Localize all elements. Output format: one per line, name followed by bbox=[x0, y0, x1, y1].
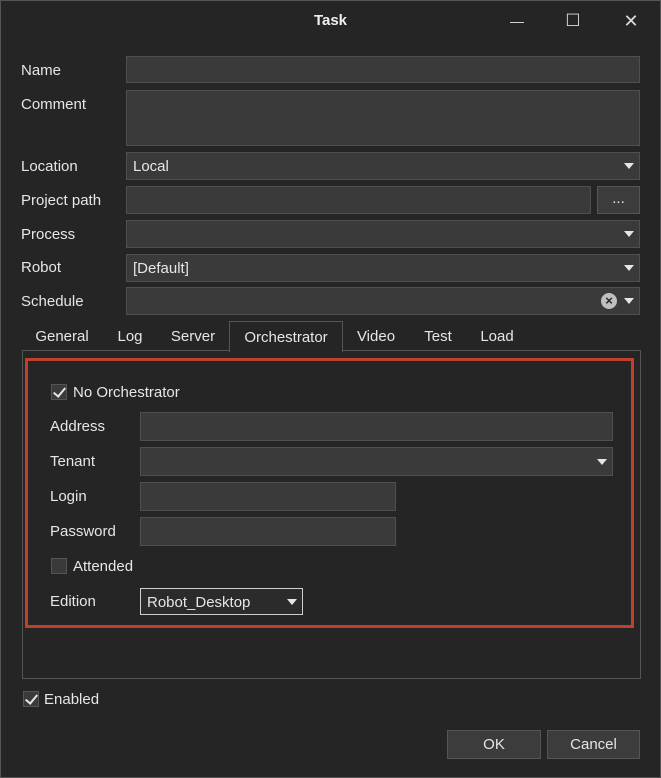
minimize-button[interactable]: — bbox=[502, 9, 532, 33]
comment-textarea[interactable] bbox=[126, 90, 640, 146]
location-select[interactable]: Local bbox=[126, 152, 640, 180]
chevron-down-icon bbox=[597, 459, 607, 465]
tab-video[interactable]: Video bbox=[347, 321, 405, 351]
name-input[interactable] bbox=[126, 56, 640, 83]
process-label: Process bbox=[21, 226, 76, 243]
robot-label: Robot bbox=[21, 259, 62, 276]
process-select[interactable] bbox=[126, 220, 640, 248]
edition-label: Edition bbox=[50, 593, 96, 610]
schedule-select[interactable]: × bbox=[126, 287, 640, 315]
password-input[interactable] bbox=[140, 517, 396, 546]
chevron-down-icon bbox=[624, 231, 634, 237]
project-path-input[interactable] bbox=[126, 186, 591, 214]
checkmark-icon bbox=[52, 384, 67, 398]
checkmark-icon bbox=[24, 691, 39, 705]
enabled-label: Enabled bbox=[44, 691, 100, 708]
edition-select[interactable]: Robot_Desktop bbox=[140, 588, 303, 615]
tenant-label: Tenant bbox=[50, 453, 96, 470]
title-bar: Task — ☐ ✕ bbox=[1, 1, 660, 41]
location-value: Local bbox=[133, 158, 169, 175]
close-icon: ✕ bbox=[623, 10, 639, 31]
tenant-select[interactable] bbox=[140, 447, 613, 476]
login-input[interactable] bbox=[140, 482, 396, 511]
tab-log[interactable]: Log bbox=[109, 321, 151, 351]
enabled-checkbox[interactable] bbox=[23, 691, 39, 707]
password-label: Password bbox=[50, 523, 116, 540]
task-dialog: Task — ☐ ✕ Name Comment Location Local P… bbox=[0, 0, 661, 778]
tab-orchestrator[interactable]: Orchestrator bbox=[229, 321, 343, 352]
chevron-down-icon bbox=[624, 265, 634, 271]
tab-test[interactable]: Test bbox=[415, 321, 461, 351]
tab-load[interactable]: Load bbox=[471, 321, 523, 351]
maximize-button[interactable]: ☐ bbox=[558, 9, 588, 33]
edition-value: Robot_Desktop bbox=[147, 594, 251, 611]
name-label: Name bbox=[21, 62, 62, 79]
minimize-icon: — bbox=[510, 13, 524, 29]
ok-button[interactable]: OK bbox=[447, 730, 541, 759]
attended-label: Attended bbox=[73, 558, 134, 575]
login-label: Login bbox=[50, 488, 87, 505]
clear-icon[interactable]: × bbox=[601, 293, 617, 309]
robot-value: [Default] bbox=[133, 260, 189, 277]
address-input[interactable] bbox=[140, 412, 613, 441]
address-label: Address bbox=[50, 418, 106, 435]
tab-general[interactable]: General bbox=[27, 321, 97, 351]
maximize-icon: ☐ bbox=[565, 11, 581, 30]
attended-checkbox[interactable] bbox=[51, 558, 67, 574]
no-orchestrator-label: No Orchestrator bbox=[73, 384, 180, 401]
robot-select[interactable]: [Default] bbox=[126, 254, 640, 282]
browse-button[interactable]: ... bbox=[597, 186, 640, 214]
comment-label: Comment bbox=[21, 96, 87, 113]
chevron-down-icon bbox=[624, 163, 634, 169]
location-label: Location bbox=[21, 158, 78, 175]
no-orchestrator-checkbox[interactable] bbox=[51, 384, 67, 400]
project-path-label: Project path bbox=[21, 192, 102, 209]
tab-server[interactable]: Server bbox=[163, 321, 223, 351]
cancel-button[interactable]: Cancel bbox=[547, 730, 640, 759]
schedule-label: Schedule bbox=[21, 293, 84, 310]
chevron-down-icon bbox=[624, 298, 634, 304]
chevron-down-icon bbox=[287, 599, 297, 605]
close-button[interactable]: ✕ bbox=[616, 9, 646, 33]
